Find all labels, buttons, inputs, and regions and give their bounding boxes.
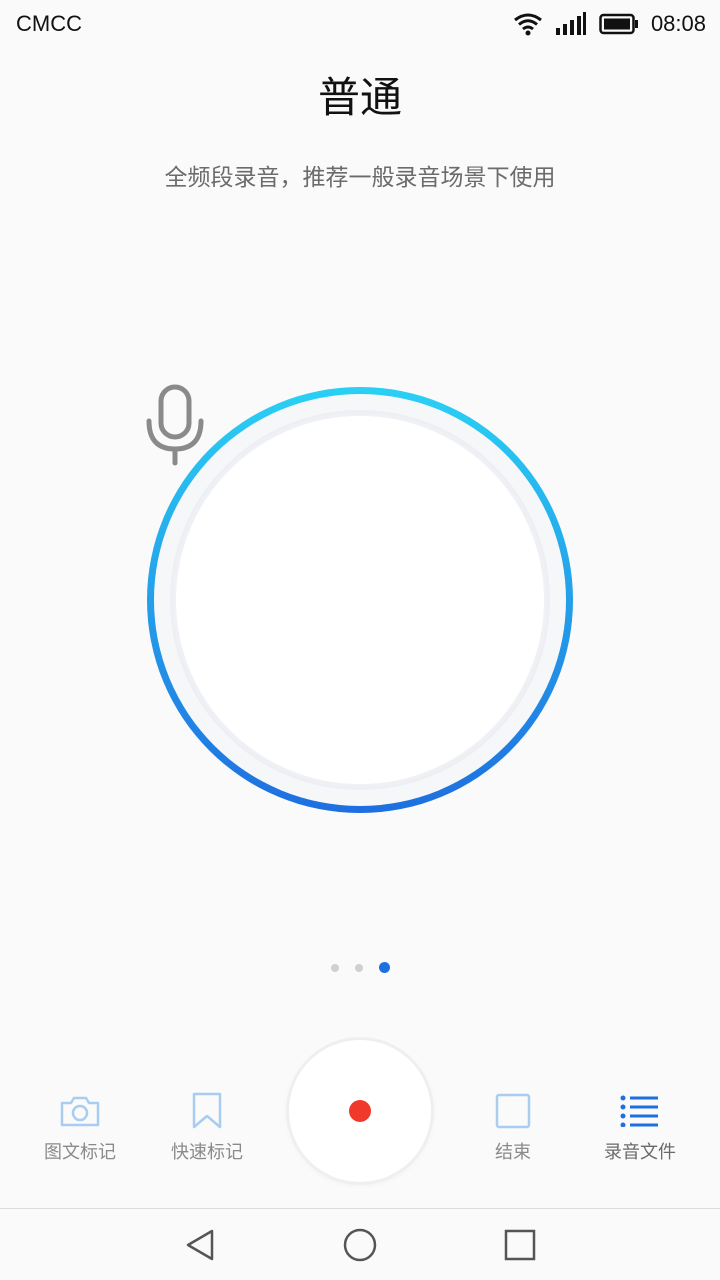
page-dot[interactable] <box>330 963 339 972</box>
stop-label: 结束 <box>495 1142 531 1163</box>
recording-ring[interactable] <box>143 383 577 817</box>
mode-description: 全频段录音，推荐一般录音场景下使用 <box>164 165 556 191</box>
battery-icon <box>599 13 638 35</box>
status-icons: 08:08 <box>513 11 706 37</box>
quick-mark-button[interactable]: 快速标记 <box>142 1090 272 1164</box>
stop-button[interactable]: 结束 <box>448 1090 578 1164</box>
list-icon <box>620 1095 658 1127</box>
back-icon[interactable] <box>182 1227 218 1263</box>
ring-graphic <box>147 387 573 813</box>
record-button[interactable] <box>289 1040 431 1182</box>
home-icon[interactable] <box>342 1227 378 1263</box>
camera-icon <box>60 1096 100 1127</box>
status-bar: CMCC 08:08 <box>0 0 720 48</box>
bookmark-icon <box>192 1092 222 1129</box>
page-dot[interactable] <box>354 963 363 972</box>
navigation-bar <box>0 1208 720 1280</box>
recents-icon[interactable] <box>502 1227 538 1263</box>
stop-icon <box>495 1093 531 1129</box>
recording-files-button[interactable]: 录音文件 <box>575 1090 705 1164</box>
page-dot-active[interactable] <box>378 962 390 973</box>
page-indicator <box>0 962 720 973</box>
status-time: 08:08 <box>650 11 706 36</box>
mode-title: 普通 <box>317 73 402 122</box>
photo-mark-label: 图文标记 <box>44 1142 116 1163</box>
microphone-icon <box>146 384 204 466</box>
signal-icon <box>555 12 586 35</box>
wifi-icon <box>514 13 542 36</box>
recording-files-label: 录音文件 <box>604 1142 676 1163</box>
carrier-name: CMCC <box>16 11 82 36</box>
record-dot-icon <box>349 1100 371 1122</box>
quick-mark-label: 快速标记 <box>171 1142 243 1163</box>
photo-mark-button[interactable]: 图文标记 <box>15 1090 145 1164</box>
